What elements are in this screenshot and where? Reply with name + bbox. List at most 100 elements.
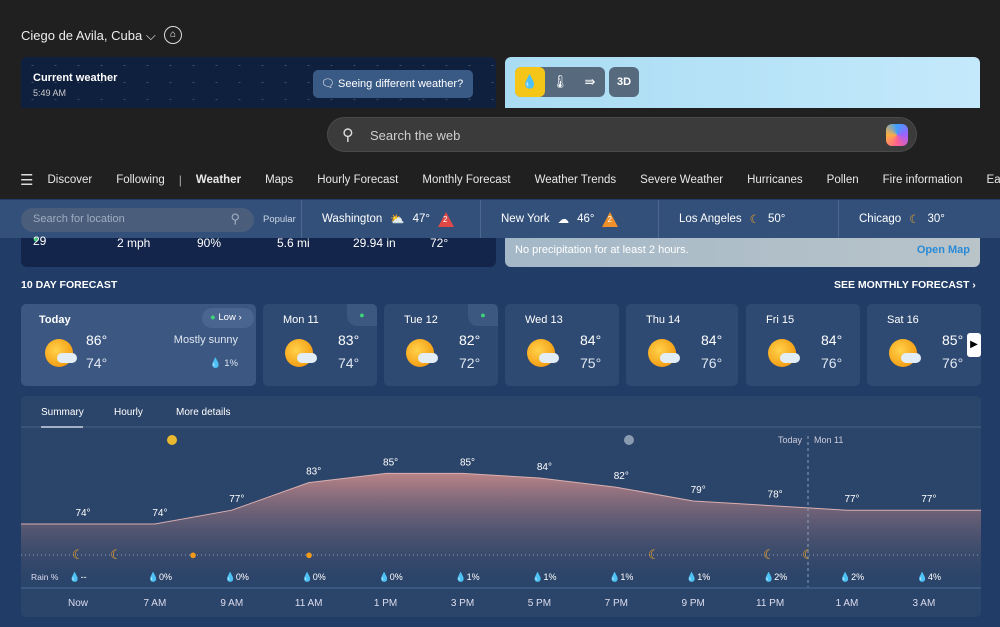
day-card-today[interactable]: Today 86° 74° ● Low › Mostly sunny 💧 1% — [21, 304, 256, 386]
sun-icon: ● — [305, 547, 313, 562]
temp-label: 85° — [460, 457, 475, 468]
current-weather-stats: ● 29 2 mph 90% 5.6 mi 29.94 in 72° — [21, 234, 496, 267]
wind-layer-button[interactable]: ⇛ — [575, 67, 605, 97]
map-status-bar: No precipitation for at least 2 hours. O… — [505, 238, 980, 267]
day-card[interactable]: Mon 11 83° 74° ● — [263, 304, 377, 386]
wind-value: 2 mph — [117, 236, 151, 250]
rain-value: 💧0% — [378, 571, 402, 582]
moon-icon: ☾ — [648, 547, 660, 562]
aqi-value: 29 — [33, 234, 47, 248]
temp-label: 83° — [306, 467, 321, 478]
low-temp: 72° — [459, 355, 481, 371]
hourly-summary-panel: Summary Hourly More details Today Mon 11 R… — [21, 396, 981, 617]
day-card[interactable]: Tue 12 82° 72° ● — [384, 304, 498, 386]
alert-icon[interactable]: 2 — [602, 211, 619, 227]
rain-chance: 💧 1% — [209, 358, 238, 369]
temp-label: 77° — [844, 494, 859, 505]
search-icon: ⚲ — [230, 211, 240, 226]
nav-earthquake[interactable]: Earthquake — [987, 174, 1000, 186]
open-map-link[interactable]: Open Map — [917, 244, 970, 256]
next-days-button[interactable]: ▶ — [967, 333, 981, 357]
day-name: Fri 15 — [766, 314, 795, 326]
current-weather-time: 5:49 AM — [33, 88, 67, 98]
moon-icon: ☾ — [763, 547, 775, 562]
nav-severe-weather[interactable]: Severe Weather — [640, 174, 723, 186]
city-los-angeles[interactable]: Los Angeles ☾ 50° — [658, 200, 838, 238]
sunset-icon — [624, 435, 634, 445]
sun-icon: ● — [189, 547, 197, 562]
mostly-sunny-icon — [285, 339, 317, 367]
pollen-level: Low — [218, 312, 236, 323]
day-name: Tue 12 — [404, 314, 438, 326]
nav-discover[interactable]: Discover — [47, 174, 92, 186]
location-selector[interactable]: Ciego de Avila, Cuba ⌵ — [21, 28, 156, 44]
temperature-area — [21, 473, 981, 581]
temp-label: 82° — [614, 471, 629, 482]
city-temp: 47° — [412, 213, 431, 225]
temperature-layer-button[interactable]: 🌡 — [545, 67, 575, 97]
high-temp: 84° — [580, 332, 602, 348]
web-search-input[interactable]: ⚲ Search the web — [327, 117, 917, 152]
nav-hurricanes[interactable]: Hurricanes — [747, 174, 803, 186]
alert-count: 2 — [607, 214, 612, 224]
time-label: 9 PM — [682, 598, 705, 609]
pressure-value: 29.94 in — [353, 236, 396, 250]
moon-icon: ☾ — [110, 547, 122, 562]
nav-bar: ☰ Discover Following | Weather Maps Hour… — [0, 160, 1000, 199]
mostly-sunny-icon — [406, 339, 438, 367]
pollen-level-badge[interactable]: ● Low › — [202, 308, 254, 328]
city-chicago[interactable]: Chicago ☾ 30° — [838, 200, 1000, 238]
city-name: Washington — [322, 213, 383, 225]
nav-weather-trends[interactable]: Weather Trends — [535, 174, 617, 186]
hamburger-menu-icon[interactable]: ☰ — [20, 171, 33, 189]
city-washington[interactable]: Washington ⛅ 47° 2 — [301, 200, 479, 238]
nav-weather[interactable]: Weather — [196, 174, 241, 186]
rain-value: 💧4% — [917, 571, 941, 582]
day-name: Today — [39, 314, 71, 326]
time-label: 1 PM — [374, 598, 397, 609]
nav-maps[interactable]: Maps — [265, 174, 293, 186]
copilot-icon[interactable] — [886, 124, 908, 146]
temp-label: 74° — [75, 508, 90, 519]
condition-text: Mostly sunny — [173, 334, 238, 346]
cloudy-icon: ☁ — [557, 214, 570, 226]
visibility-value: 5.6 mi — [277, 236, 310, 250]
current-weather-card: Current weather 5:49 AM 🗨 Seeing differe… — [21, 57, 496, 108]
city-temp: 50° — [767, 213, 786, 225]
moon-icon: ☾ — [909, 214, 920, 226]
rain-value: 💧1% — [455, 571, 479, 582]
nav-pollen[interactable]: Pollen — [827, 174, 859, 186]
see-monthly-forecast-link[interactable]: SEE MONTHLY FORECAST › — [834, 279, 976, 291]
day-card[interactable]: Sat 16 85° 76° — [867, 304, 981, 386]
temp-label: 84° — [537, 462, 552, 473]
home-icon[interactable]: ⌂ — [164, 26, 182, 44]
rain-value: 💧0% — [302, 571, 326, 582]
day-card[interactable]: Fri 15 84° 76° — [746, 304, 860, 386]
location-search-input[interactable]: Search for location ⚲ — [21, 208, 254, 232]
day-card[interactable]: Wed 13 84° 75° — [505, 304, 619, 386]
day-card[interactable]: Thu 14 84° 76° — [626, 304, 738, 386]
temp-label: 74° — [152, 508, 167, 519]
rain-value: 💧2% — [763, 571, 787, 582]
nav-monthly-forecast[interactable]: Monthly Forecast — [422, 174, 510, 186]
alert-icon[interactable]: 2 — [438, 211, 455, 227]
humidity-value: 90% — [197, 236, 222, 250]
city-new-york[interactable]: New York ☁ 46° 2 — [480, 200, 658, 238]
nav-fire-information[interactable]: Fire information — [883, 174, 963, 186]
precipitation-layer-button[interactable]: 💧 — [515, 67, 545, 97]
temp-label: 77° — [921, 494, 936, 505]
weather-map[interactable]: 💧 🌡 ⇛ 3D — [505, 57, 980, 108]
temp-label: 79° — [691, 485, 706, 496]
low-temp: 75° — [580, 355, 602, 371]
nav-hourly-forecast[interactable]: Hourly Forecast — [317, 174, 398, 186]
3d-button[interactable]: 3D — [609, 67, 639, 97]
time-label: 9 AM — [220, 598, 243, 609]
time-label: 3 AM — [913, 598, 936, 609]
nav-following[interactable]: Following — [116, 174, 165, 186]
mostly-sunny-icon — [889, 339, 921, 367]
mostly-sunny-icon — [527, 339, 559, 367]
time-label: 11 PM — [756, 598, 784, 609]
ten-day-forecast-title: 10 DAY FORECAST — [21, 279, 118, 291]
seeing-different-weather-button[interactable]: 🗨 Seeing different weather? — [313, 70, 473, 98]
temp-label: 85° — [383, 457, 398, 468]
